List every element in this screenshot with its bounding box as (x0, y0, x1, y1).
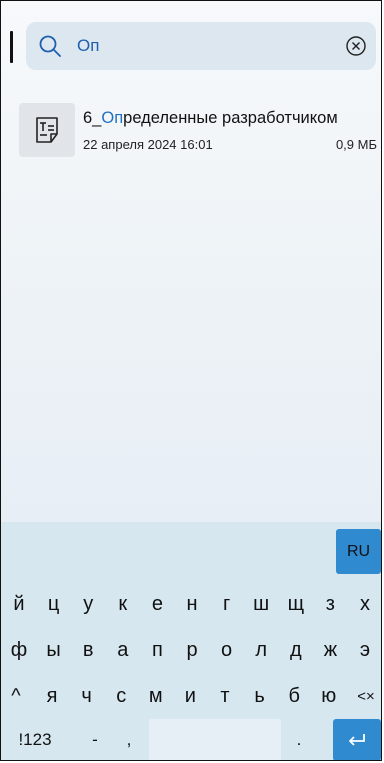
key-э[interactable]: э (349, 628, 381, 672)
key-и[interactable]: и (174, 674, 206, 718)
file-date: 22 апреля 2024 16:01 (83, 137, 213, 152)
app-screen: Оп 6_Определенные разработчиком 22 апрел… (0, 0, 382, 761)
key-я[interactable]: я (36, 674, 68, 718)
search-input[interactable]: Оп (77, 36, 99, 56)
file-size: 0,9 МБ (335, 137, 377, 152)
space-key[interactable] (149, 719, 281, 760)
shift-key[interactable]: ^ (1, 674, 31, 718)
comma-key[interactable]: , (115, 718, 143, 760)
numbers-key[interactable]: !123 (7, 718, 63, 760)
key-е[interactable]: е (141, 582, 173, 626)
key-щ[interactable]: щ (280, 582, 312, 626)
key-ф[interactable]: ф (3, 628, 35, 672)
search-result-item[interactable]: 6_Определенные разработчиком 22 апреля 2… (19, 101, 379, 161)
key-ч[interactable]: ч (71, 674, 103, 718)
key-о[interactable]: о (211, 628, 243, 672)
key-ж[interactable]: ж (314, 628, 346, 672)
key-х[interactable]: х (349, 582, 381, 626)
text-document-icon (19, 103, 75, 157)
key-ю[interactable]: ю (313, 674, 345, 718)
search-bar[interactable]: Оп (26, 22, 376, 70)
key-ш[interactable]: ш (245, 582, 277, 626)
keyboard-row-1: йцукенгшщзх (1, 582, 381, 628)
key-м[interactable]: м (140, 674, 172, 718)
enter-key[interactable] (333, 719, 381, 760)
key-б[interactable]: б (278, 674, 310, 718)
key-з[interactable]: з (314, 582, 346, 626)
key-ц[interactable]: ц (38, 582, 70, 626)
backspace-key[interactable]: <× (349, 674, 381, 718)
file-name-match: Оп (101, 109, 124, 127)
search-icon (38, 34, 62, 58)
enter-arrow-icon (349, 734, 365, 746)
key-с[interactable]: с (105, 674, 137, 718)
key-у[interactable]: у (72, 582, 104, 626)
dash-key[interactable]: - (81, 718, 109, 760)
key-л[interactable]: л (245, 628, 277, 672)
key-р[interactable]: р (176, 628, 208, 672)
key-н[interactable]: н (176, 582, 208, 626)
key-г[interactable]: г (211, 582, 243, 626)
keyboard-row-2: фывапролджэ (1, 628, 381, 674)
back-indicator[interactable] (10, 31, 13, 63)
period-key[interactable]: . (285, 718, 313, 760)
key-ь[interactable]: ь (244, 674, 276, 718)
key-й[interactable]: й (3, 582, 35, 626)
key-ы[interactable]: ы (38, 628, 70, 672)
clear-icon[interactable] (345, 35, 367, 57)
language-key[interactable]: RU (336, 529, 381, 574)
key-д[interactable]: д (280, 628, 312, 672)
key-п[interactable]: п (141, 628, 173, 672)
key-а[interactable]: а (107, 628, 139, 672)
file-name: 6_Определенные разработчиком (83, 109, 338, 127)
key-т[interactable]: т (209, 674, 241, 718)
keyboard: RU йцукенгшщзх фывапролджэ ^ ячсмитьбю <… (1, 522, 381, 760)
keyboard-row-3: ^ ячсмитьбю <× (1, 674, 381, 720)
key-к[interactable]: к (107, 582, 139, 626)
key-в[interactable]: в (72, 628, 104, 672)
keyboard-row-4: !123 - , . (1, 718, 381, 760)
